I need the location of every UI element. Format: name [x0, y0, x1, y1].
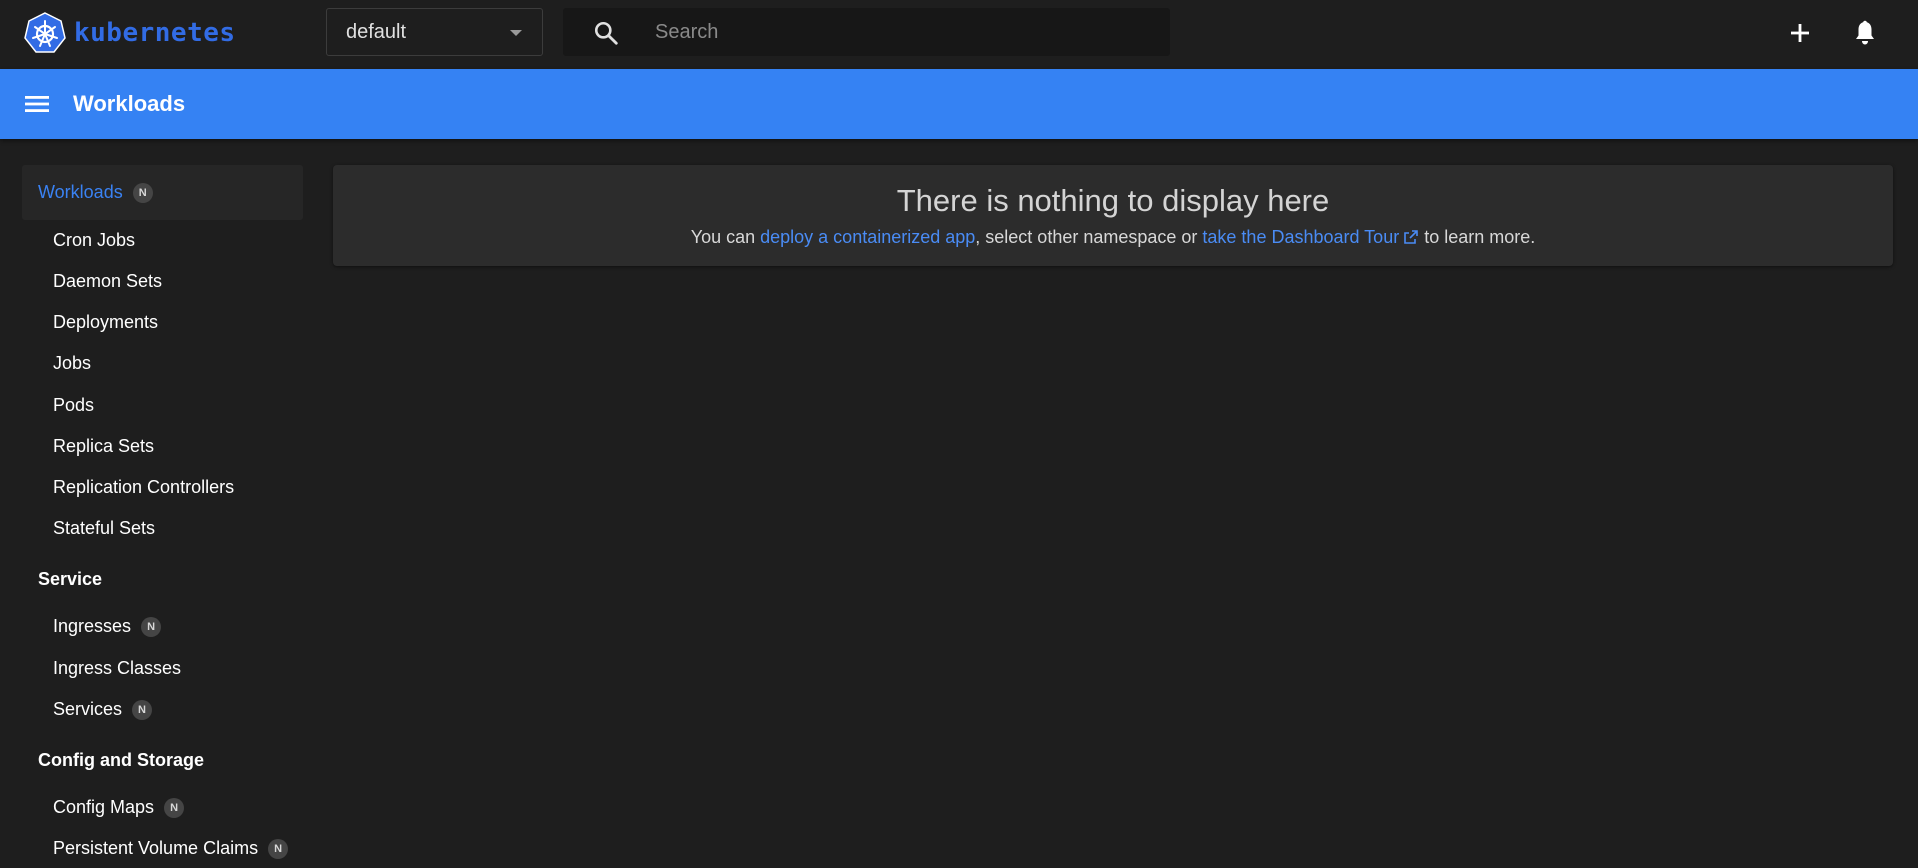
sidebar: Workloads N Cron Jobs Daemon Sets Deploy… [0, 139, 310, 868]
sidebar-item-replica-sets[interactable]: Replica Sets [53, 436, 154, 457]
namespaced-badge: N [268, 838, 289, 859]
caret-down-icon [510, 30, 522, 36]
sidebar-item-label: Replication Controllers [53, 477, 235, 497]
title-bar: Workloads [0, 69, 1918, 139]
search-icon [594, 21, 618, 45]
sidebar-item-label: Ingress Classes [53, 658, 182, 678]
empty-state-text: You can deploy a containerized app, sele… [333, 227, 1893, 248]
sidebar-section-label: Service [38, 569, 103, 589]
sidebar-item-label: Pods [53, 395, 95, 415]
sidebar-item-services[interactable]: Services N [53, 699, 153, 720]
sidebar-item-ingresses[interactable]: Ingresses N [53, 616, 162, 637]
sidebar-item-workloads[interactable]: Workloads N [22, 165, 303, 220]
deploy-app-link[interactable]: deploy a containerized app [760, 227, 975, 247]
search-input[interactable] [655, 8, 1155, 56]
dashboard-tour-link[interactable]: take the Dashboard Tour [1202, 227, 1419, 247]
top-bar: kubernetes default [0, 0, 1918, 69]
sidebar-item-label: Replica Sets [53, 436, 155, 456]
empty-text-suffix: to learn more. [1419, 227, 1536, 247]
plus-icon [1791, 24, 1809, 42]
sidebar-item-label: Config Maps [53, 797, 155, 817]
sidebar-item-replication-controllers[interactable]: Replication Controllers [53, 477, 234, 498]
namespaced-badge: N [141, 616, 162, 637]
sidebar-item-label: Persistent Volume Claims [53, 838, 259, 858]
empty-text-middle: , select other namespace or [975, 227, 1203, 247]
namespaced-badge: N [132, 699, 153, 720]
sidebar-item-label: Ingresses [53, 616, 132, 636]
sidebar-section-label: Config and Storage [38, 750, 204, 770]
sidebar-item-cron-jobs[interactable]: Cron Jobs [53, 230, 135, 251]
namespace-select[interactable]: default [326, 8, 543, 56]
sidebar-item-label: Services [53, 699, 123, 719]
search-box[interactable] [563, 8, 1170, 56]
namespaced-badge: N [132, 182, 153, 203]
sidebar-item-daemon-sets[interactable]: Daemon Sets [53, 271, 162, 292]
sidebar-item-persistent-volume-claims[interactable]: Persistent Volume Claims N [53, 838, 289, 859]
brand[interactable]: kubernetes [24, 12, 236, 54]
empty-state-card: There is nothing to display here You can… [333, 165, 1893, 266]
sidebar-item-label: Daemon Sets [53, 271, 163, 291]
sidebar-item-jobs[interactable]: Jobs [53, 353, 91, 374]
page-title: Workloads [73, 91, 186, 116]
kubernetes-logo-icon [24, 12, 66, 53]
sidebar-item-label: Stateful Sets [53, 518, 156, 538]
empty-text-prefix: You can [690, 227, 761, 247]
hamburger-menu-icon[interactable] [24, 92, 50, 116]
bell-icon [1856, 20, 1874, 45]
create-button[interactable] [1780, 13, 1820, 53]
namespace-selected-value: default [346, 20, 407, 43]
dashboard-tour-link-label: take the Dashboard Tour [1202, 227, 1400, 247]
sidebar-item-pods[interactable]: Pods [53, 395, 94, 416]
sidebar-item-label: Workloads [38, 182, 123, 202]
empty-state-title: There is nothing to display here [896, 183, 1330, 218]
sidebar-item-config-maps[interactable]: Config Maps N [53, 797, 185, 818]
sidebar-item-stateful-sets[interactable]: Stateful Sets [53, 518, 155, 539]
sidebar-section-service[interactable]: Service [38, 569, 102, 590]
sidebar-item-deployments[interactable]: Deployments [53, 312, 158, 333]
external-link-icon [1404, 230, 1419, 244]
brand-name: kubernetes [74, 18, 236, 48]
sidebar-section-config-and-storage[interactable]: Config and Storage [38, 750, 204, 771]
sidebar-item-label: Cron Jobs [53, 230, 136, 250]
sidebar-item-ingress-classes[interactable]: Ingress Classes [53, 658, 181, 679]
namespaced-badge: N [164, 797, 185, 818]
notifications-button[interactable] [1845, 13, 1885, 53]
sidebar-item-label: Jobs [53, 353, 92, 373]
sidebar-item-label: Deployments [53, 312, 159, 332]
